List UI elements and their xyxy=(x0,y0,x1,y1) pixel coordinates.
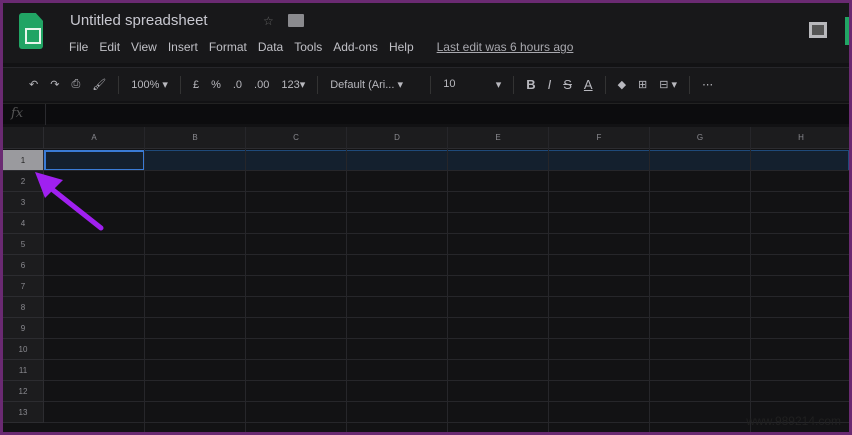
redo-icon[interactable]: ↷ xyxy=(50,78,59,91)
gridline xyxy=(649,127,650,432)
gridline xyxy=(346,127,347,432)
font-size-value: 10 xyxy=(443,78,456,90)
menu-edit[interactable]: Edit xyxy=(99,40,120,54)
text-color-button[interactable]: A xyxy=(584,77,593,92)
column-header-A[interactable]: A xyxy=(44,127,145,149)
strikethrough-button[interactable]: S xyxy=(563,77,572,92)
fx-icon: fx xyxy=(11,106,24,121)
menu-data[interactable]: Data xyxy=(258,40,283,54)
row-header-9[interactable]: 9 xyxy=(3,318,44,339)
undo-icon[interactable]: ↶ xyxy=(29,78,38,91)
column-header-C[interactable]: C xyxy=(246,127,347,149)
row-header-11[interactable]: 11 xyxy=(3,360,44,381)
currency-button[interactable]: £ xyxy=(193,79,199,91)
menu-help[interactable]: Help xyxy=(389,40,414,54)
percent-button[interactable]: % xyxy=(211,79,221,91)
row-header-13[interactable]: 13 xyxy=(3,402,44,423)
gridline xyxy=(44,233,849,234)
row-header-8[interactable]: 8 xyxy=(3,297,44,318)
gridline xyxy=(44,191,849,192)
gridline xyxy=(44,380,849,381)
merge-cells-icon[interactable]: ⊟ ▾ xyxy=(659,78,677,91)
gridline xyxy=(245,127,246,432)
borders-icon[interactable]: ⊞ xyxy=(638,78,647,91)
pointer-arrow-annotation xyxy=(35,172,104,231)
column-header-F[interactable]: F xyxy=(549,127,650,149)
menu-insert[interactable]: Insert xyxy=(168,40,198,54)
decrease-decimal-button[interactable]: .0 xyxy=(233,79,242,91)
column-header-E[interactable]: E xyxy=(448,127,549,149)
header: Untitled spreadsheet ☆ File Edit View In… xyxy=(3,3,849,63)
zoom-value: 100% xyxy=(131,79,160,91)
column-header-G[interactable]: G xyxy=(650,127,751,149)
gridline xyxy=(44,254,849,255)
menu-tools[interactable]: Tools xyxy=(294,40,322,54)
row-header-1[interactable]: 1 xyxy=(3,150,44,171)
bold-button[interactable]: B xyxy=(526,77,535,92)
row-header-12[interactable]: 12 xyxy=(3,381,44,402)
gridline xyxy=(44,170,849,171)
share-button[interactable] xyxy=(845,17,849,45)
print-icon[interactable]: ⎙ xyxy=(71,78,80,91)
gridline xyxy=(44,275,849,276)
menu-view[interactable]: View xyxy=(131,40,157,54)
divider xyxy=(513,75,515,94)
divider xyxy=(604,75,606,94)
row-header-6[interactable]: 6 xyxy=(3,255,44,276)
divider xyxy=(118,75,120,94)
column-header-H[interactable]: H xyxy=(751,127,849,149)
gridline xyxy=(44,422,849,423)
divider xyxy=(430,75,432,94)
font-size-select[interactable]: 10 ▾ xyxy=(443,78,501,91)
active-cell-A1[interactable] xyxy=(44,150,145,171)
menu-bar: File Edit View Insert Format Data Tools … xyxy=(69,40,573,54)
gridline xyxy=(44,296,849,297)
gridline xyxy=(548,127,549,432)
last-edit-link[interactable]: Last edit was 6 hours ago xyxy=(437,40,574,54)
toolbar: ↶ ↷ ⎙ 🖌 100% ▾ £ % .0 .00 123▾ Default (… xyxy=(3,67,849,101)
star-icon[interactable]: ☆ xyxy=(263,14,274,28)
zoom-select[interactable]: 100% ▾ xyxy=(131,78,168,91)
app-window: Untitled spreadsheet ☆ File Edit View In… xyxy=(3,3,849,432)
divider xyxy=(689,75,691,94)
fill-color-icon[interactable]: ◆ xyxy=(618,78,626,91)
more-formats-button[interactable]: 123▾ xyxy=(281,78,305,91)
sheets-logo-icon[interactable] xyxy=(19,13,43,49)
menu-file[interactable]: File xyxy=(69,40,88,54)
column-header-D[interactable]: D xyxy=(347,127,448,149)
divider xyxy=(45,104,46,125)
more-formats-label: 123 xyxy=(281,79,300,91)
gridline xyxy=(750,127,751,432)
comment-icon[interactable] xyxy=(809,22,827,38)
formula-bar: fx xyxy=(3,103,849,125)
menu-addons[interactable]: Add-ons xyxy=(333,40,378,54)
row-header-10[interactable]: 10 xyxy=(3,339,44,360)
more-options-button[interactable]: ⋯ xyxy=(702,78,713,91)
spreadsheet-grid[interactable]: A B C D E F G H 1 2 3 4 5 6 7 8 9 10 11 12 13 xyxy=(3,127,849,432)
increase-decimal-button[interactable]: .00 xyxy=(254,79,269,91)
column-header-B[interactable]: B xyxy=(145,127,246,149)
divider xyxy=(317,75,319,94)
document-title[interactable]: Untitled spreadsheet xyxy=(70,12,208,29)
row-header-5[interactable]: 5 xyxy=(3,234,44,255)
gridline xyxy=(44,401,849,402)
gridline xyxy=(447,127,448,432)
gridline xyxy=(44,212,849,213)
italic-button[interactable]: I xyxy=(548,77,552,92)
gridline xyxy=(44,317,849,318)
watermark: www.989214.com xyxy=(746,414,841,428)
gridline xyxy=(44,359,849,360)
font-select[interactable]: Default (Ari... ▾ xyxy=(330,78,418,91)
font-value: Default (Ari... xyxy=(330,79,395,91)
row-header-7[interactable]: 7 xyxy=(3,276,44,297)
folder-icon[interactable] xyxy=(288,14,304,27)
divider xyxy=(179,75,181,94)
gridline xyxy=(44,338,849,339)
gridline xyxy=(144,127,145,432)
paint-format-icon[interactable]: 🖌 xyxy=(92,78,106,91)
formula-input[interactable] xyxy=(49,104,849,124)
menu-format[interactable]: Format xyxy=(209,40,247,54)
select-all-corner[interactable] xyxy=(3,127,44,149)
